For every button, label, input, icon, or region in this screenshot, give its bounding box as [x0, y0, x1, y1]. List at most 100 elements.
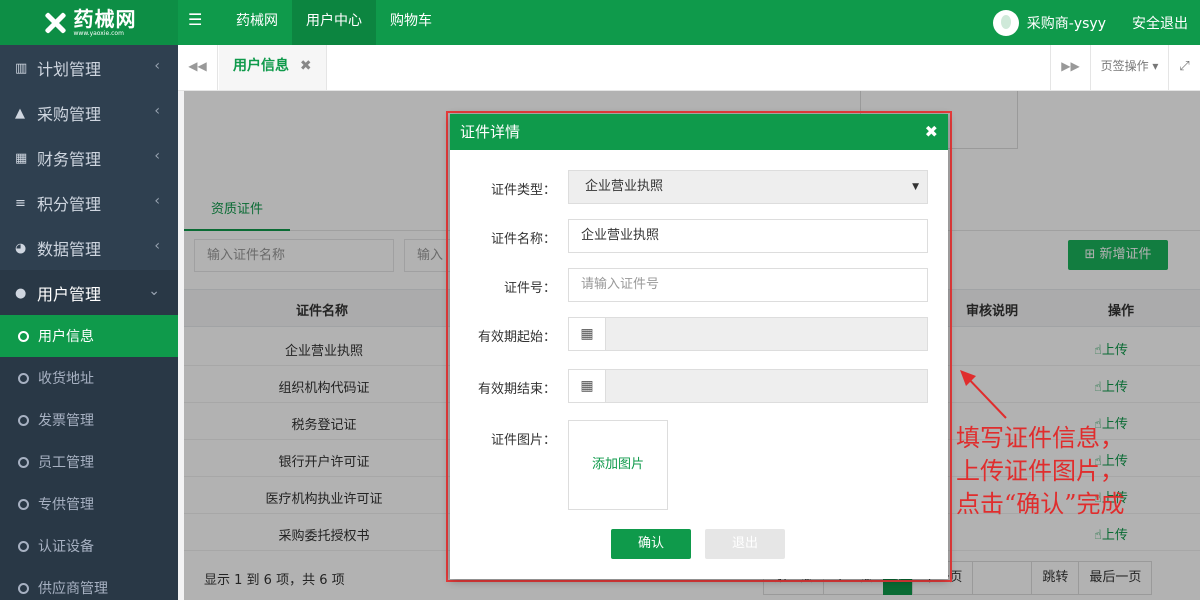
sidebar-item-plan[interactable]: ▥ 计划管理 ‹: [0, 45, 178, 90]
form-row-start: 有效期起始： ▦: [450, 317, 948, 351]
sidebar-item-data[interactable]: ◕ 数据管理 ‹: [0, 225, 178, 270]
tab-scroll-right-icon[interactable]: ▶▶: [1050, 45, 1090, 90]
annotation-arrow: [960, 370, 1007, 419]
sidebar-subitem-label: 认证设备: [38, 539, 94, 555]
circle-icon: [18, 414, 29, 426]
confirm-button[interactable]: 确认: [611, 529, 691, 559]
sidebar-item-points[interactable]: ≡ 积分管理 ‹: [0, 180, 178, 225]
valid-start-input[interactable]: [605, 317, 928, 351]
sidebar-subitem-staff[interactable]: 员工管理: [0, 441, 178, 483]
bar-chart-icon: ▥: [15, 60, 28, 76]
logo-mark-icon: [42, 10, 68, 36]
tab-ops-dropdown[interactable]: 页签操作 ▾: [1090, 45, 1168, 90]
logout-link[interactable]: 安全退出: [1132, 13, 1188, 33]
sidebar-subitem-devices[interactable]: 认证设备: [0, 525, 178, 567]
tab-scroll-left-icon[interactable]: ◀◀: [178, 45, 218, 90]
circle-icon: [18, 498, 29, 510]
top-nav: 药械网 用户中心 购物车: [222, 0, 446, 45]
circle-icon: [18, 582, 29, 594]
avatar[interactable]: [992, 9, 1019, 36]
fullscreen-icon[interactable]: ⤢: [1168, 45, 1200, 90]
exit-button[interactable]: 退出: [705, 529, 785, 559]
database-icon: ≡: [15, 195, 26, 211]
chevron-left-icon: ‹: [154, 148, 160, 164]
user-icon: ●: [15, 285, 27, 301]
modal-title: 证件详情: [460, 123, 521, 141]
sidebar-subitem-user-info[interactable]: 用户信息: [0, 315, 178, 357]
sidebar-item-label: 财务管理: [37, 149, 102, 169]
valid-end-date[interactable]: ▦: [568, 369, 928, 403]
sidebar-subitem-address[interactable]: 收货地址: [0, 357, 178, 399]
valid-start-label: 有效期起始：: [477, 330, 556, 345]
sidebar-subitem-label: 员工管理: [38, 455, 94, 471]
modal-header: 证件详情 ✖: [450, 114, 948, 150]
circle-icon: [18, 456, 29, 468]
tab-label: 用户信息: [233, 58, 289, 74]
close-icon[interactable]: ✖: [925, 114, 938, 150]
valid-end-input[interactable]: [605, 369, 928, 403]
calendar-icon[interactable]: ▦: [568, 369, 606, 403]
cert-type-select[interactable]: 企业营业执照 ▼: [568, 170, 928, 204]
user-area: 采购商-ysyy 安全退出: [992, 0, 1200, 45]
tab-bar: ◀◀ 用户信息 ✖ ▶▶ 页签操作 ▾ ⤢: [178, 45, 1200, 91]
sidebar-item-purchase[interactable]: ▲ 采购管理 ‹: [0, 90, 178, 135]
topnav-item-user-center[interactable]: 用户中心: [292, 0, 376, 45]
username[interactable]: 采购商-ysyy: [1027, 13, 1106, 33]
menu-toggle-icon[interactable]: ☰: [188, 10, 212, 29]
form-row-end: 有效期结束： ▦: [450, 369, 948, 403]
caret-down-icon: ▾: [1152, 59, 1159, 73]
sidebar-subitem-label: 用户信息: [38, 329, 94, 345]
circle-icon: [18, 372, 29, 384]
cert-name-input[interactable]: 企业营业执照: [568, 219, 928, 253]
valid-end-label: 有效期结束：: [477, 382, 556, 397]
form-row-number: 证件号： 请输入证件号: [450, 268, 948, 302]
calendar-icon[interactable]: ▦: [568, 317, 606, 351]
logo-url: www.yaoxie.com: [73, 29, 124, 37]
form-row-image: 证件图片：: [450, 420, 948, 454]
sidebar-subitem-exclusive[interactable]: 专供管理: [0, 483, 178, 525]
calculator-icon: ▦: [15, 150, 28, 166]
sidebar-subitem-label: 供应商管理: [38, 581, 108, 597]
annotation-line: 上传证件图片，: [956, 457, 1124, 485]
sidebar-item-label: 数据管理: [37, 239, 102, 259]
cert-type-label: 证件类型：: [490, 183, 556, 198]
sidebar-item-users[interactable]: ● 用户管理 ⌄: [0, 270, 178, 315]
chevron-left-icon: ‹: [154, 103, 160, 119]
chevron-down-icon: ⌄: [148, 283, 160, 299]
circle-icon: [18, 330, 29, 342]
annotation-text: 填写证件信息， 上传证件图片， 点击“确认”完成: [956, 422, 1196, 521]
logo[interactable]: 药械网 www.yaoxie.com: [0, 0, 178, 45]
topnav-item-cart[interactable]: 购物车: [376, 0, 446, 45]
tab-ops-label: 页签操作: [1100, 59, 1149, 73]
annotation-line: 点击“确认”完成: [956, 490, 1125, 518]
sidebar-subitem-label: 专供管理: [38, 497, 94, 513]
circle-icon: [18, 540, 29, 552]
close-icon[interactable]: ✖: [300, 58, 312, 74]
sidebar-item-label: 用户管理: [37, 284, 102, 304]
pie-chart-icon: ◕: [15, 240, 27, 256]
chevron-left-icon: ‹: [154, 238, 160, 254]
cert-image-label: 证件图片：: [490, 433, 556, 448]
add-image-button[interactable]: 添加图片: [568, 420, 668, 510]
tab-user-info[interactable]: 用户信息 ✖: [219, 45, 327, 90]
topnav-item-yaoxie[interactable]: 药械网: [222, 0, 292, 45]
chevron-left-icon: ‹: [154, 193, 160, 209]
sidebar: ▥ 计划管理 ‹ ▲ 采购管理 ‹ ▦ 财务管理 ‹ ≡ 积分管理 ‹ ◕ 数据…: [0, 45, 178, 600]
sidebar-subitem-label: 发票管理: [38, 413, 94, 429]
cert-detail-modal: 证件详情 ✖ 证件类型： 企业营业执照 ▼ 证件名称： 企业营业执照 证件号： …: [450, 114, 948, 579]
form-row-name: 证件名称： 企业营业执照: [450, 219, 948, 253]
sidebar-subnav: 用户信息 收货地址 发票管理 员工管理 专供管理 认证设备 供应商管理: [0, 315, 178, 600]
chevron-left-icon: ‹: [154, 58, 160, 74]
cert-number-input[interactable]: 请输入证件号: [568, 268, 928, 302]
logo-text: 药械网: [73, 6, 137, 31]
cert-type-value: 企业营业执照: [585, 179, 664, 194]
cert-name-label: 证件名称：: [490, 232, 556, 247]
sidebar-subitem-suppliers[interactable]: 供应商管理: [0, 567, 178, 600]
valid-start-date[interactable]: ▦: [568, 317, 928, 351]
shopping-bag-icon: ▲: [15, 105, 25, 121]
sidebar-subitem-invoice[interactable]: 发票管理: [0, 399, 178, 441]
cert-number-label: 证件号：: [503, 281, 556, 296]
sidebar-item-finance[interactable]: ▦ 财务管理 ‹: [0, 135, 178, 180]
top-navbar: 药械网 www.yaoxie.com ☰ 药械网 用户中心 购物车 采购商-ys…: [0, 0, 1200, 45]
caret-down-icon: ▼: [912, 182, 919, 192]
